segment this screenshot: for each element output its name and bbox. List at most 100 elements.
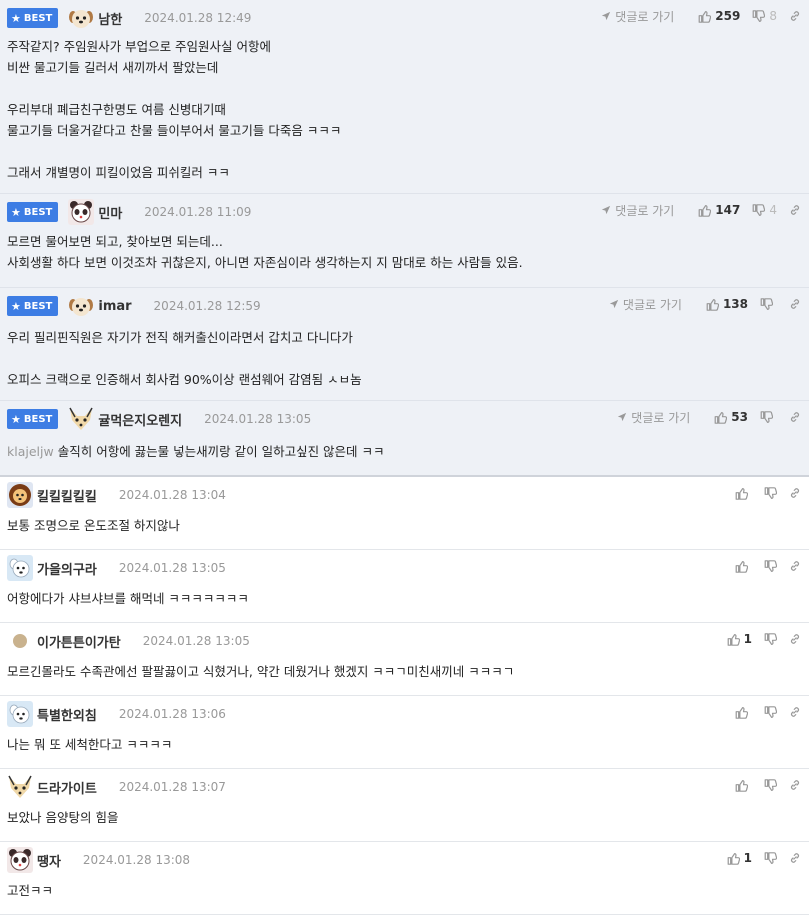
share-link-button[interactable]	[789, 204, 801, 216]
best-comment: ★ BEST 귤먹은지오렌지 2024.01.28 13:05 댓글로 가기 53…	[0, 401, 809, 477]
like-button[interactable]	[735, 560, 752, 573]
best-label: BEST	[23, 206, 53, 218]
like-count: 259	[715, 9, 741, 23]
share-link-button[interactable]	[789, 779, 801, 791]
goto-comment-link[interactable]: 댓글로 가기	[601, 202, 674, 219]
puppy-avatar[interactable]	[68, 5, 94, 31]
nickname[interactable]: 가을의구라	[37, 559, 97, 578]
thumbs-down-icon	[760, 298, 773, 311]
like-button[interactable]: 259	[698, 9, 740, 23]
dislike-button[interactable]	[764, 633, 777, 646]
comment: 땡자 2024.01.28 13:08 1 고전ㅋㅋ	[0, 842, 809, 915]
goto-comment-link[interactable]: 댓글로 가기	[617, 409, 690, 426]
like-button[interactable]	[735, 779, 752, 792]
thumbs-down-icon	[752, 10, 765, 23]
comment-header: 킬킬킬킬킬 2024.01.28 13:04	[7, 477, 226, 513]
thumbs-down-icon	[764, 487, 777, 500]
like-button[interactable]: 53	[714, 410, 748, 424]
comment-body: 모르긴몰라도 수족관에선 팔팔끓이고 식혔거나, 약간 데웠거나 했겠지 ㅋㅋㄱ…	[7, 661, 799, 682]
nickname[interactable]: 땡자	[37, 851, 61, 870]
like-button[interactable]	[735, 487, 752, 500]
panda-avatar-image	[7, 847, 33, 873]
comment-header: 땡자 2024.01.28 13:08	[7, 842, 190, 878]
thumbs-down-icon	[760, 411, 773, 424]
star-icon: ★	[11, 205, 21, 219]
comment: 이가튼튼이가탄 2024.01.28 13:05 1 모르긴몰라도 수족관에선 …	[0, 623, 809, 696]
share-link-button[interactable]	[789, 852, 801, 864]
nickname[interactable]: 귤먹은지오렌지	[98, 410, 182, 429]
fox-avatar-image	[7, 774, 33, 800]
comment-text: 주작같지? 주임원사가 부업으로 주임원사실 어항에	[7, 39, 272, 54]
puppy-avatar[interactable]	[68, 293, 94, 319]
nickname[interactable]: imar	[98, 299, 131, 314]
panda-avatar[interactable]	[7, 847, 33, 873]
goto-comment-link[interactable]: 댓글로 가기	[609, 296, 682, 313]
share-link-button[interactable]	[789, 411, 801, 423]
comment-text: 모르긴몰라도 수족관에선 팔팔끓이고 식혔거나, 약간 데웠거나 했겠지 ㅋㅋㄱ…	[7, 664, 515, 679]
comment-line: 주작같지? 주임원사가 부업으로 주임원사실 어항에	[7, 36, 799, 57]
link-icon	[789, 706, 801, 718]
dislike-button[interactable]	[764, 560, 777, 573]
thumbs-up-icon	[706, 298, 719, 311]
like-button[interactable]: 138	[706, 297, 748, 311]
nickname[interactable]: 민마	[98, 203, 122, 222]
dog-avatar-image	[7, 555, 33, 581]
thumbs-up-icon	[735, 560, 748, 573]
comment-actions: 1	[715, 842, 801, 874]
like-button[interactable]	[735, 706, 752, 719]
comment-actions: 댓글로 가기 138	[609, 288, 801, 320]
goto-comment-link[interactable]: 댓글로 가기	[601, 8, 674, 25]
fox-avatar[interactable]	[68, 406, 94, 432]
dislike-button[interactable]	[764, 487, 777, 500]
share-link-button[interactable]	[789, 706, 801, 718]
share-link-button[interactable]	[789, 560, 801, 572]
comment: 가을의구라 2024.01.28 13:05 어항에다가 샤브샤브를 해먹네 ㅋ…	[0, 550, 809, 623]
comment-text: 오피스 크랙으로 인증해서 회사컴 90%이상 랜섬웨어 감염됨 ㅅㅂ놈	[7, 372, 362, 387]
nickname[interactable]: 남한	[98, 9, 122, 28]
like-button[interactable]: 1	[727, 851, 752, 865]
comment-text: 나는 뭐 또 세척한다고 ㅋㅋㅋㅋ	[7, 737, 173, 752]
dog-avatar[interactable]	[7, 701, 33, 727]
dislike-button[interactable]	[760, 411, 777, 424]
timestamp: 2024.01.28 12:59	[153, 299, 261, 313]
dot-avatar[interactable]	[7, 628, 33, 654]
share-link-button[interactable]	[789, 298, 801, 310]
dot-avatar-image	[7, 628, 33, 654]
best-label: BEST	[23, 300, 53, 312]
comment-text: 보통 조명으로 온도조절 하지않나	[7, 518, 180, 533]
share-link-button[interactable]	[789, 633, 801, 645]
dog-avatar[interactable]	[7, 555, 33, 581]
thumbs-down-icon	[764, 706, 777, 719]
comment-line: 우리 필리핀직원은 자기가 전직 해커출신이라면서 갑치고 다니다가	[7, 327, 799, 348]
best-comment: ★ BEST imar 2024.01.28 12:59 댓글로 가기 138 우…	[0, 288, 809, 401]
nickname[interactable]: 킬킬킬킬킬	[37, 486, 97, 505]
dislike-button[interactable]	[764, 706, 777, 719]
like-button[interactable]: 147	[698, 203, 740, 217]
timestamp: 2024.01.28 12:49	[144, 11, 252, 25]
best-comment: ★ BEST 남한 2024.01.28 12:49 댓글로 가기 259 8 주…	[0, 0, 809, 194]
dog-avatar-image	[7, 701, 33, 727]
link-icon	[789, 852, 801, 864]
share-link-button[interactable]	[789, 487, 801, 499]
panda-avatar[interactable]	[68, 199, 94, 225]
dislike-button[interactable]: 8	[752, 9, 777, 23]
nickname[interactable]: 이가튼튼이가탄	[37, 632, 121, 651]
dislike-button[interactable]	[764, 779, 777, 792]
like-button[interactable]: 1	[727, 632, 752, 646]
nickname[interactable]: 특별한외침	[37, 705, 97, 724]
nickname[interactable]: 드라가이트	[37, 778, 97, 797]
comment-header: 특별한외침 2024.01.28 13:06	[7, 696, 226, 732]
share-link-button[interactable]	[789, 10, 801, 22]
dislike-button[interactable]	[764, 852, 777, 865]
comment-body: 보통 조명으로 온도조절 하지않나	[7, 515, 799, 536]
link-icon	[789, 633, 801, 645]
goto-label: 댓글로 가기	[622, 297, 682, 312]
dislike-button[interactable]	[760, 298, 777, 311]
fox-avatar[interactable]	[7, 774, 33, 800]
comment-line	[7, 141, 799, 162]
lion-avatar[interactable]	[7, 482, 33, 508]
dislike-button[interactable]: 4	[752, 203, 777, 217]
comment-line: 어항에다가 샤브샤브를 해먹네 ㅋㅋㅋㅋㅋㅋㅋ	[7, 588, 799, 609]
comment-body: 고전ㅋㅋ	[7, 880, 799, 901]
thumbs-up-icon	[698, 204, 711, 217]
